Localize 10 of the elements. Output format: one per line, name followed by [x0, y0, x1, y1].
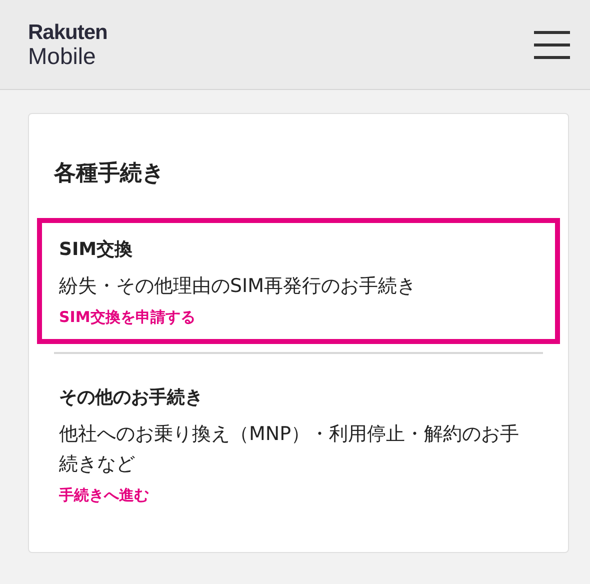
- section-link[interactable]: SIM交換を申請する: [59, 308, 196, 327]
- section-description: 紛失・その他理由のSIM再発行のお手続き: [59, 274, 418, 299]
- section-description: 他社へのお乗り換え（MNP）・利用停止・解約のお手続きなど: [59, 422, 520, 477]
- logo-text: Mobile: [28, 44, 97, 68]
- card-title: 各種手続き: [54, 160, 166, 188]
- logo-text: Rakuten: [28, 22, 108, 42]
- section-heading: その他のお手続き: [59, 386, 204, 409]
- menu-icon[interactable]: [534, 30, 570, 60]
- section-link[interactable]: 手続きへ進む: [59, 486, 149, 505]
- section-heading: SIM交換: [59, 238, 134, 261]
